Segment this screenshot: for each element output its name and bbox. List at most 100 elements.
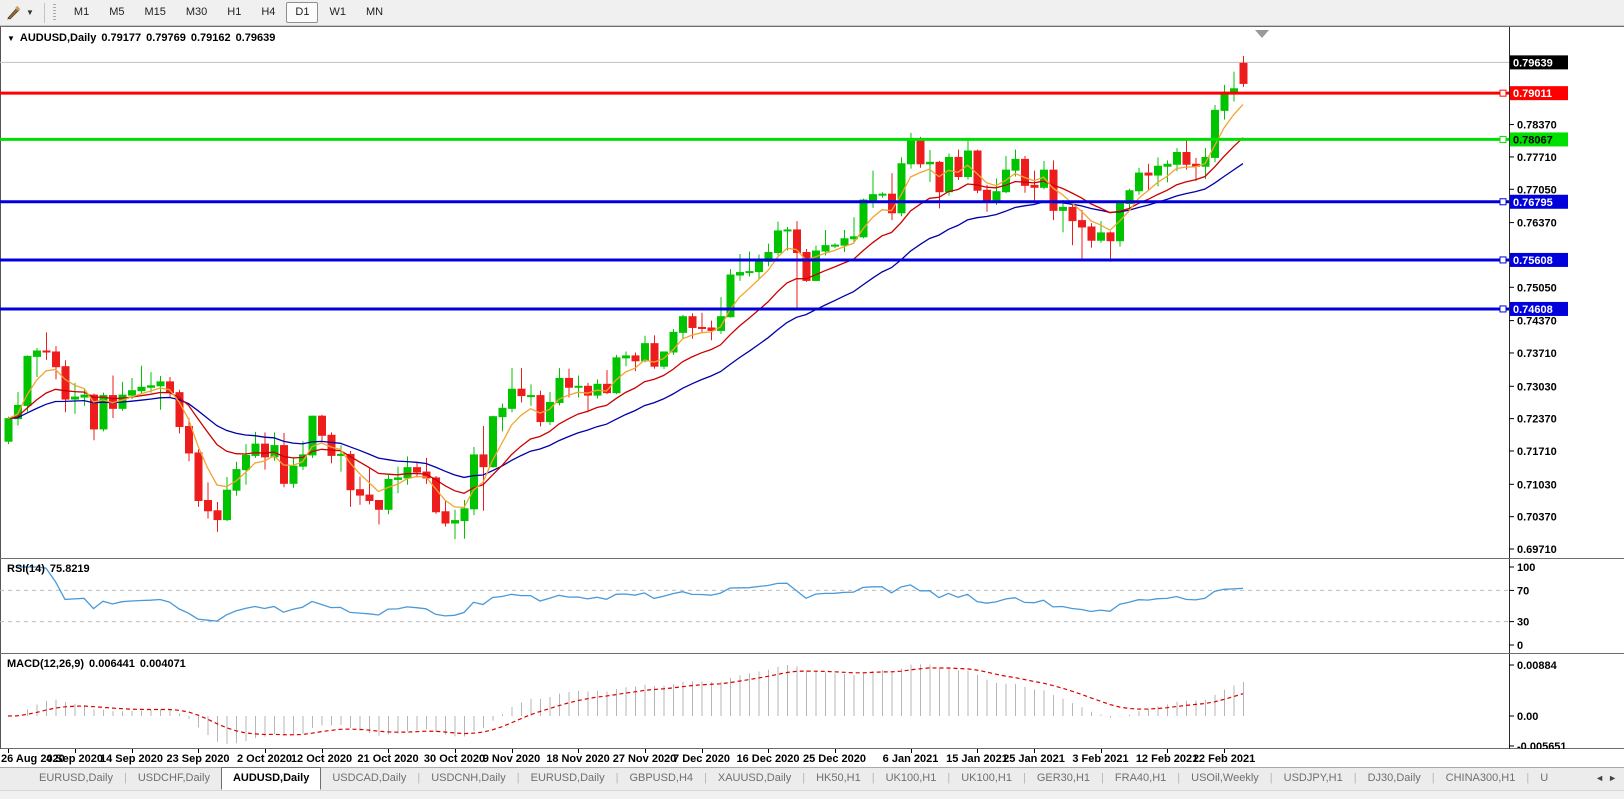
tab-UK100-H1[interactable]: UK100,H1	[875, 768, 948, 790]
date-tick-label: 4 Sep 2020	[46, 753, 103, 765]
ma-fast-line	[8, 104, 1243, 507]
cursor-tool-icon[interactable]	[4, 4, 24, 22]
timeframe-button-W1[interactable]: W1	[320, 2, 355, 23]
macd-axis: 0.008840.00-0.005651	[1509, 654, 1567, 749]
tab-U[interactable]: U	[1529, 768, 1559, 790]
tab-UK100-H1[interactable]: UK100,H1	[950, 768, 1023, 790]
price-tick-label: 0.71710	[1517, 446, 1557, 458]
timeframe-button-M5[interactable]: M5	[100, 2, 133, 23]
tab-HK50-H1[interactable]: HK50,H1	[805, 768, 872, 790]
level-price-label: 0.75608	[1513, 255, 1553, 267]
date-tick-label: 22 Feb 2021	[1193, 753, 1255, 765]
toolbar-grip-handle[interactable]	[51, 4, 58, 22]
date-tick-label: 18 Nov 2020	[546, 753, 610, 765]
chart-shift-marker-icon[interactable]	[1255, 30, 1269, 38]
rsi-label: RSI(14) 75.8219	[7, 563, 90, 575]
date-tick-label: 2 Oct 2020	[237, 753, 292, 765]
price-tick-label: 0.73710	[1517, 348, 1557, 360]
price-axis[interactable]: 0.783700.777100.770500.763700.750500.743…	[1509, 27, 1568, 558]
date-tick-label: 25 Jan 2021	[1003, 753, 1065, 765]
rsi-chart-canvas[interactable]: 10070300	[0, 559, 1624, 653]
timeframe-button-group: M1M5M15M30H1H4D1W1MN	[64, 2, 393, 23]
date-tick-label: 16 Dec 2020	[737, 753, 800, 765]
timeframe-button-M30[interactable]: M30	[177, 2, 216, 23]
rsi-indicator-panel[interactable]: RSI(14) 75.8219 10070300	[0, 558, 1624, 653]
price-tick-label: 0.70370	[1517, 512, 1557, 524]
symbol-dropdown-icon[interactable]: ▼	[7, 34, 15, 43]
timeframe-button-M1[interactable]: M1	[65, 2, 98, 23]
ohlc-open: 0.79177	[101, 32, 141, 44]
tab-scroll-right-icon[interactable]: ►	[1608, 773, 1621, 783]
timeframe-button-MN[interactable]: MN	[357, 2, 392, 23]
ohlc-low: 0.79162	[191, 32, 231, 44]
tab-EURUSD-Daily[interactable]: EURUSD,Daily	[520, 768, 616, 790]
price-tick-label: 0.76370	[1517, 218, 1557, 230]
tab-scroll-left-icon[interactable]: ◄	[1595, 773, 1608, 783]
tab-XAUUSD-Daily[interactable]: XAUUSD,Daily	[707, 768, 802, 790]
date-tick-label: 30 Oct 2020	[424, 753, 485, 765]
rsi-tick-label: 0	[1517, 640, 1523, 652]
candlestick-chart-canvas[interactable]: 0.783700.777100.770500.763700.750500.743…	[0, 27, 1624, 558]
macd-name: MACD(12,26,9)	[7, 658, 84, 670]
rsi-tick-label: 100	[1517, 562, 1535, 574]
timeframe-button-H1[interactable]: H1	[218, 2, 250, 23]
timeframe-button-H4[interactable]: H4	[252, 2, 284, 23]
timeframe-button-D1[interactable]: D1	[286, 2, 318, 23]
price-tick-label: 0.77710	[1517, 152, 1557, 164]
macd-indicator-panel[interactable]: MACD(12,26,9) 0.006441 0.004071 0.00884 0…	[0, 653, 1624, 749]
ma-slow-line	[8, 164, 1243, 478]
tab-AUDUSD-Daily[interactable]: AUDUSD,Daily	[221, 767, 321, 790]
rsi-name: RSI(14)	[7, 563, 45, 575]
tab-EURUSD-Daily[interactable]: EURUSD,Daily	[28, 768, 124, 790]
timeframe-button-M15[interactable]: M15	[135, 2, 174, 23]
level-price-label: 0.74608	[1513, 304, 1553, 316]
chevron-down-icon[interactable]: ▼	[24, 8, 40, 17]
macd-tick-label: 0.00	[1517, 711, 1538, 723]
date-tick-label: 21 Oct 2020	[357, 753, 418, 765]
date-axis[interactable]: 26 Aug 20204 Sep 202014 Sep 202023 Sep 2…	[0, 749, 1624, 767]
tab-USDCHF-Daily[interactable]: USDCHF,Daily	[127, 768, 221, 790]
tab-CHINA300-H1[interactable]: CHINA300,H1	[1435, 768, 1527, 790]
tab-GBPUSD-H4[interactable]: GBPUSD,H4	[618, 768, 704, 790]
price-tick-label: 0.71030	[1517, 479, 1557, 491]
tab-GER30-H1[interactable]: GER30,H1	[1026, 768, 1101, 790]
tab-USOil-Weekly[interactable]: USOil,Weekly	[1180, 768, 1270, 790]
price-tick-label: 0.77050	[1517, 184, 1557, 196]
price-tick-label: 0.75050	[1517, 282, 1557, 294]
price-tick-label: 0.73030	[1517, 381, 1557, 393]
level-price-label: 0.76795	[1513, 197, 1553, 209]
rsi-axis: 10070300	[1509, 559, 1535, 653]
ohlc-close: 0.79639	[236, 32, 276, 44]
macd-chart-canvas[interactable]: 0.008840.00-0.005651	[0, 654, 1624, 749]
chart-symbol-label: AUDUSD,Daily	[20, 32, 96, 44]
candles-layer	[5, 56, 1247, 539]
date-tick-label: 9 Nov 2020	[483, 753, 540, 765]
price-tick-label: 0.69710	[1517, 544, 1557, 556]
date-tick-label: 12 Oct 2020	[291, 753, 352, 765]
chart-tabs-bar: EURUSD,Daily|USDCHF,DailyAUDUSD,DailyUSD…	[0, 767, 1624, 790]
main-chart-panel[interactable]: ▼ AUDUSD,Daily 0.79177 0.79769 0.79162 0…	[0, 26, 1624, 558]
macd-histogram	[9, 664, 1244, 743]
tab-scroll-arrows[interactable]: ◄►	[1595, 773, 1621, 783]
macd-label: MACD(12,26,9) 0.006441 0.004071	[7, 658, 186, 670]
level-price-label: 0.78067	[1513, 134, 1553, 146]
date-tick-label: 25 Dec 2020	[803, 753, 866, 765]
rsi-value: 75.8219	[50, 563, 90, 575]
date-tick-label: 15 Jan 2021	[946, 753, 1008, 765]
date-tick-label: 27 Nov 2020	[613, 753, 677, 765]
status-strip	[0, 790, 1624, 799]
tab-USDCAD-Daily[interactable]: USDCAD,Daily	[321, 768, 417, 790]
rsi-line	[18, 567, 1244, 621]
date-tick-label: 14 Sep 2020	[100, 753, 163, 765]
level-lines[interactable]	[0, 90, 1509, 312]
macd-tick-label: 0.00884	[1517, 660, 1558, 672]
tab-USDJPY-H1[interactable]: USDJPY,H1	[1273, 768, 1354, 790]
date-tick-label: 12 Feb 2021	[1136, 753, 1198, 765]
tab-FRA40-H1[interactable]: FRA40,H1	[1104, 768, 1177, 790]
tab-USDCNH-Daily[interactable]: USDCNH,Daily	[420, 768, 517, 790]
ohlc-high: 0.79769	[146, 32, 186, 44]
level-price-label: 0.79011	[1513, 88, 1552, 100]
date-tick-label: 3 Feb 2021	[1072, 753, 1128, 765]
macd-signal-value: 0.004071	[140, 658, 186, 670]
tab-DJ30-Daily[interactable]: DJ30,Daily	[1357, 768, 1432, 790]
